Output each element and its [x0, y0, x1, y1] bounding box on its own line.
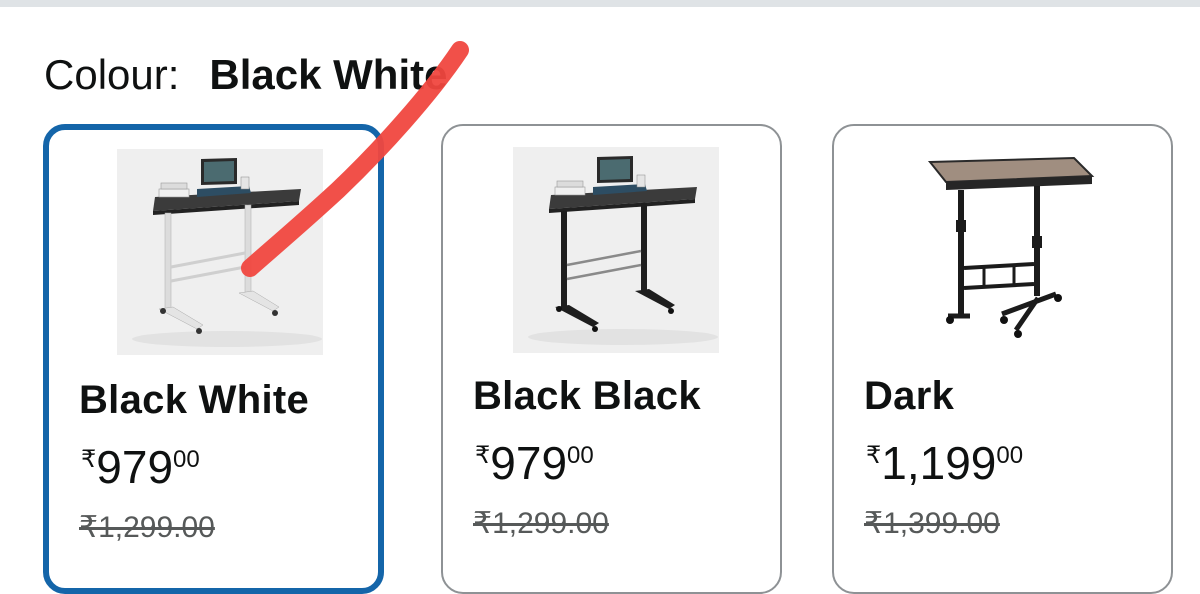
list-price-strikethrough: ₹1,299.00: [79, 511, 215, 544]
list-price-strikethrough: ₹1,399.00: [864, 507, 1000, 540]
colour-option-dark[interactable]: Dark ₹1,19900 ₹1,399.00: [832, 124, 1173, 594]
price-whole: 979: [96, 441, 174, 493]
option-price: ₹1,19900: [866, 440, 1023, 486]
option-name: Dark: [864, 374, 955, 418]
option-name: Black Black: [473, 374, 701, 418]
top-divider: [0, 0, 1200, 7]
price-whole: 979: [490, 437, 568, 489]
product-thumbnail-dark: [906, 140, 1112, 346]
currency-symbol: ₹: [81, 446, 97, 473]
price-fraction: 00: [567, 442, 594, 469]
price-fraction: 00: [173, 446, 200, 473]
price-whole: 1,199: [881, 437, 997, 489]
option-name: Black White: [79, 378, 310, 422]
colour-label: Colour:: [44, 51, 180, 98]
colour-selector-heading: Colour: Black White: [44, 48, 447, 102]
currency-symbol: ₹: [475, 442, 491, 469]
product-thumbnail-black-white: [117, 149, 323, 355]
colour-option-black-white[interactable]: Black White ₹97900 ₹1,299.00: [43, 124, 384, 594]
option-price: ₹97900: [81, 444, 200, 490]
product-thumbnail-black-black: [513, 147, 719, 353]
selected-colour-value: Black White: [209, 51, 448, 98]
colour-option-black-black[interactable]: Black Black ₹97900 ₹1,299.00: [441, 124, 782, 594]
list-price-strikethrough: ₹1,299.00: [473, 507, 609, 540]
price-fraction: 00: [996, 442, 1024, 469]
currency-symbol: ₹: [866, 442, 882, 469]
option-price: ₹97900: [475, 440, 594, 486]
